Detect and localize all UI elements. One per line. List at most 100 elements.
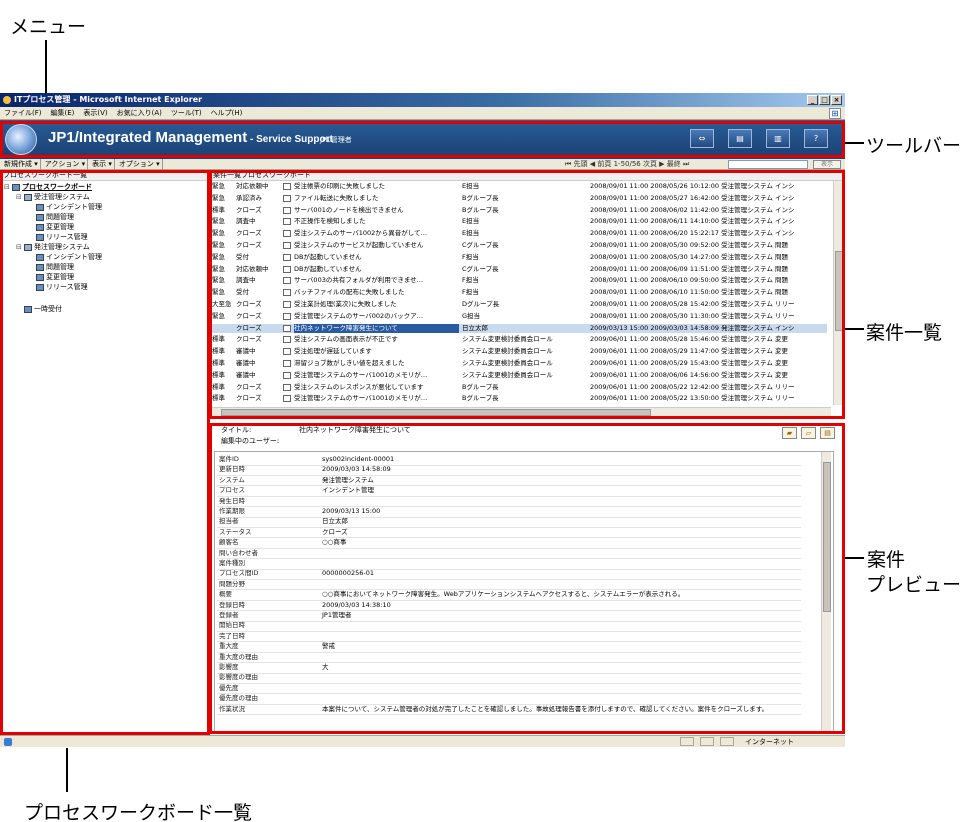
minimize-button[interactable]: _ — [807, 95, 818, 105]
field-value: クローズ — [322, 527, 348, 536]
details-cell: 2008/09/01 11:00 2008/05/26 10:12:00 受注管… — [590, 182, 795, 190]
tree-item[interactable]: ⊟ 発注管理システム — [16, 243, 90, 252]
new-menu[interactable]: 新規作成 ▾ — [2, 159, 41, 170]
preview-vscrollbar[interactable] — [821, 452, 831, 732]
tree-item[interactable]: リリース管理 — [28, 283, 88, 292]
table-row[interactable]: 標準 クローズ 受注管理システムのサーバ1001のメモリが… Bグループ長 2009/0… — [211, 394, 827, 403]
tree-item[interactable]: リリース管理 — [28, 233, 88, 242]
field-label: 更新日時 — [219, 465, 245, 474]
priority-cell: 標準 — [212, 205, 225, 214]
table-row[interactable]: 大至急 クローズ 受注業計処理(業次)に失敗しました Dグループ長 2008/09/01… — [211, 300, 827, 309]
help-icon[interactable]: ? — [804, 129, 828, 148]
tree-item[interactable]: 問題管理 — [28, 213, 74, 222]
table-row[interactable]: 緊急 調査中 不正操作を検知しました E担当 2008/09/01 11:00 2008… — [211, 217, 827, 226]
table-row[interactable]: 標準 審議中 滞留ジョブ数がしきい値を超えました システム変更検討委員会ロール 2009… — [211, 359, 827, 368]
preview-title-value: 社内ネットワーク障害発生について — [299, 426, 411, 434]
case-list-vscroll-thumb[interactable] — [835, 251, 843, 331]
table-row[interactable]: 標準 審議中 受注管理システムのサーバ1001のメモリが… システム変更検討委員会ロー… — [211, 371, 827, 380]
window-icon[interactable]: ▤ — [728, 129, 752, 148]
maximize-button[interactable]: □ — [819, 95, 830, 105]
pager[interactable]: ⏮ 先頭 ◀ 前頁 1-50/56 次頁 ▶ 最終 ⏭ — [565, 159, 689, 170]
close-button[interactable]: × — [831, 95, 842, 105]
table-row[interactable]: 緊急 調査中 サーバ003の共有フォルダが利用できませ… F担当 2008/09/01 … — [211, 276, 827, 285]
annotation-case-preview-2: プレビュー — [866, 574, 962, 596]
product-title: JP1/Integrated Management — [48, 129, 248, 146]
case-list-hscrollbar[interactable] — [211, 407, 831, 416]
annotation-toolbar: ツールバー — [866, 135, 962, 157]
status-cell: クローズ — [236, 335, 262, 344]
case-list-hscroll-thumb[interactable] — [221, 409, 651, 416]
document-icon — [283, 183, 291, 190]
copy-icon[interactable]: ▱ — [801, 427, 816, 439]
title-cell: 受注管理システムのサーバ1001のメモリが… — [294, 394, 428, 403]
tree-item[interactable]: インシデント管理 — [28, 203, 102, 212]
home-icon[interactable]: ⇔ — [690, 129, 714, 148]
details-cell: 2008/09/01 11:00 2008/05/30 09:52:00 受注管… — [590, 241, 788, 249]
preview-field: 優先度の理由 — [219, 694, 819, 703]
menu-help[interactable]: ヘルプ(H) — [211, 107, 243, 119]
table-row[interactable]: 緊急 承認済み ファイル転送に失敗しました Bグループ長 2008/09/01 11:0… — [211, 194, 827, 203]
document-icon — [283, 336, 291, 344]
document-icon — [283, 348, 291, 356]
table-row[interactable]: 緊急 対応依頼中 受注帳票の印刷に失敗しました E担当 2008/09/01 11:00… — [211, 182, 827, 191]
attach-icon[interactable]: ▤ — [820, 427, 835, 439]
annotation-case-list: 案件一覧 — [866, 322, 943, 344]
columns-icon[interactable]: ▥ — [766, 129, 790, 148]
tree-item[interactable]: インシデント管理 — [28, 253, 102, 262]
status-cell: クローズ — [236, 229, 262, 238]
priority-cell: 緊急 — [212, 193, 225, 202]
tree-expand-icon[interactable]: ⊟ — [4, 183, 10, 192]
case-list-vscrollbar[interactable] — [833, 181, 843, 405]
table-row[interactable]: 緊急 対応依頼中 DBが起動していません Cグループ長 2008/09/01 11:00… — [211, 265, 827, 274]
menu-view[interactable]: 表示(V) — [83, 107, 107, 119]
open-folder-icon[interactable]: ▰ — [782, 427, 797, 439]
table-row[interactable]: 標準 クローズ 受注システムのレスポンスが悪化しています Bグループ長 2009/06/… — [211, 383, 827, 392]
field-label: 重大度の理由 — [219, 652, 258, 661]
table-row[interactable]: 緊急 受付 DBが起動していません F担当 2008/09/01 11:00 2008/… — [211, 253, 827, 262]
page-jump-input[interactable] — [728, 160, 808, 169]
action-menu[interactable]: アクション ▾ — [43, 159, 89, 170]
table-row[interactable]: 緊急 クローズ 受注管理システムのサーバ002のバックア… G担当 2008/09/01… — [211, 312, 827, 321]
table-row[interactable]: 緊急 クローズ 受注システムのサービスが起動していません Cグループ長 2008/09/… — [211, 241, 827, 250]
show-button[interactable]: 表示 — [813, 160, 841, 169]
preview-field: 案件種別 — [219, 559, 819, 568]
table-row[interactable]: 標準 クローズ サーバ001のノードを検出できません Bグループ長 2008/09/01… — [211, 206, 827, 215]
details-cell: 2008/09/01 11:00 2008/06/02 11:42:00 受注管… — [590, 205, 795, 214]
table-row[interactable]: 緊急 クローズ 受注システムのサーバ1002から異音がして… E担当 2008/09/0… — [211, 229, 827, 238]
menu-favorites[interactable]: お気に入り(A) — [117, 107, 162, 119]
menu-tools[interactable]: ツール(T) — [171, 107, 202, 119]
security-zone: インターネット — [745, 738, 794, 746]
table-row[interactable]: 標準 クローズ 受注システムの画面表示が不正です システム変更検討委員会ロール 2009… — [211, 335, 827, 344]
tree-item-label: 発注管理システム — [34, 243, 90, 251]
field-label: システム — [219, 475, 245, 484]
view-menu[interactable]: 表示 ▾ — [90, 159, 115, 170]
preview-fields: 案件ID sys002incident-00001 更新日時 2009/03/03 1… — [214, 451, 834, 733]
browser-menubar: ファイル(F) 編集(E) 表示(V) お気に入り(A) ツール(T) ヘルプ(… — [0, 107, 845, 120]
table-row[interactable]: 標準 審議中 受注処理が遅延しています システム変更検討委員会ロール 2009/06/0… — [211, 347, 827, 356]
field-label: プロセス間ID — [219, 569, 259, 578]
preview-field: 影響度 大 — [219, 663, 819, 672]
tree-item[interactable]: 変更管理 — [28, 223, 74, 232]
tree-item-label: リリース管理 — [46, 233, 88, 241]
tree-item[interactable]: 一時受付 — [16, 305, 62, 314]
board-icon — [36, 274, 44, 281]
menu-file[interactable]: ファイル(F) — [4, 107, 42, 119]
preview-vscroll-thumb[interactable] — [823, 462, 831, 612]
menu-edit[interactable]: 編集(E) — [51, 107, 75, 119]
preview-field: 顧客名 ○○商事 — [219, 538, 819, 547]
document-icon — [283, 324, 291, 332]
tree-item[interactable]: 変更管理 — [28, 273, 74, 282]
tree-item[interactable]: ⊟ プロセスワークボード — [4, 183, 92, 192]
window-titlebar[interactable]: ITプロセス管理 - Microsoft Internet Explorer _… — [0, 93, 845, 107]
option-menu[interactable]: オプション ▾ — [117, 159, 163, 170]
field-value: 2009/03/13 15:00 — [322, 507, 381, 515]
tree-item[interactable]: ⊟ 受注管理システム — [16, 193, 90, 202]
field-label: 案件ID — [219, 455, 239, 463]
table-row[interactable]: クローズ 社内ネットワーク障害発生について 日立太郎 2009/03/13 15:00… — [211, 323, 827, 333]
tree-item[interactable]: 問題管理 — [28, 263, 74, 272]
preview-field: 問い合わせ者 — [219, 549, 819, 558]
tree-expand-icon[interactable]: ⊟ — [16, 193, 22, 202]
tree-expand-icon[interactable]: ⊟ — [16, 243, 22, 252]
title-cell: 受注処理が遅延しています — [294, 347, 372, 356]
table-row[interactable]: 緊急 受付 バッチファイルの配布に失敗しました F担当 2008/09/01 11:00… — [211, 288, 827, 297]
